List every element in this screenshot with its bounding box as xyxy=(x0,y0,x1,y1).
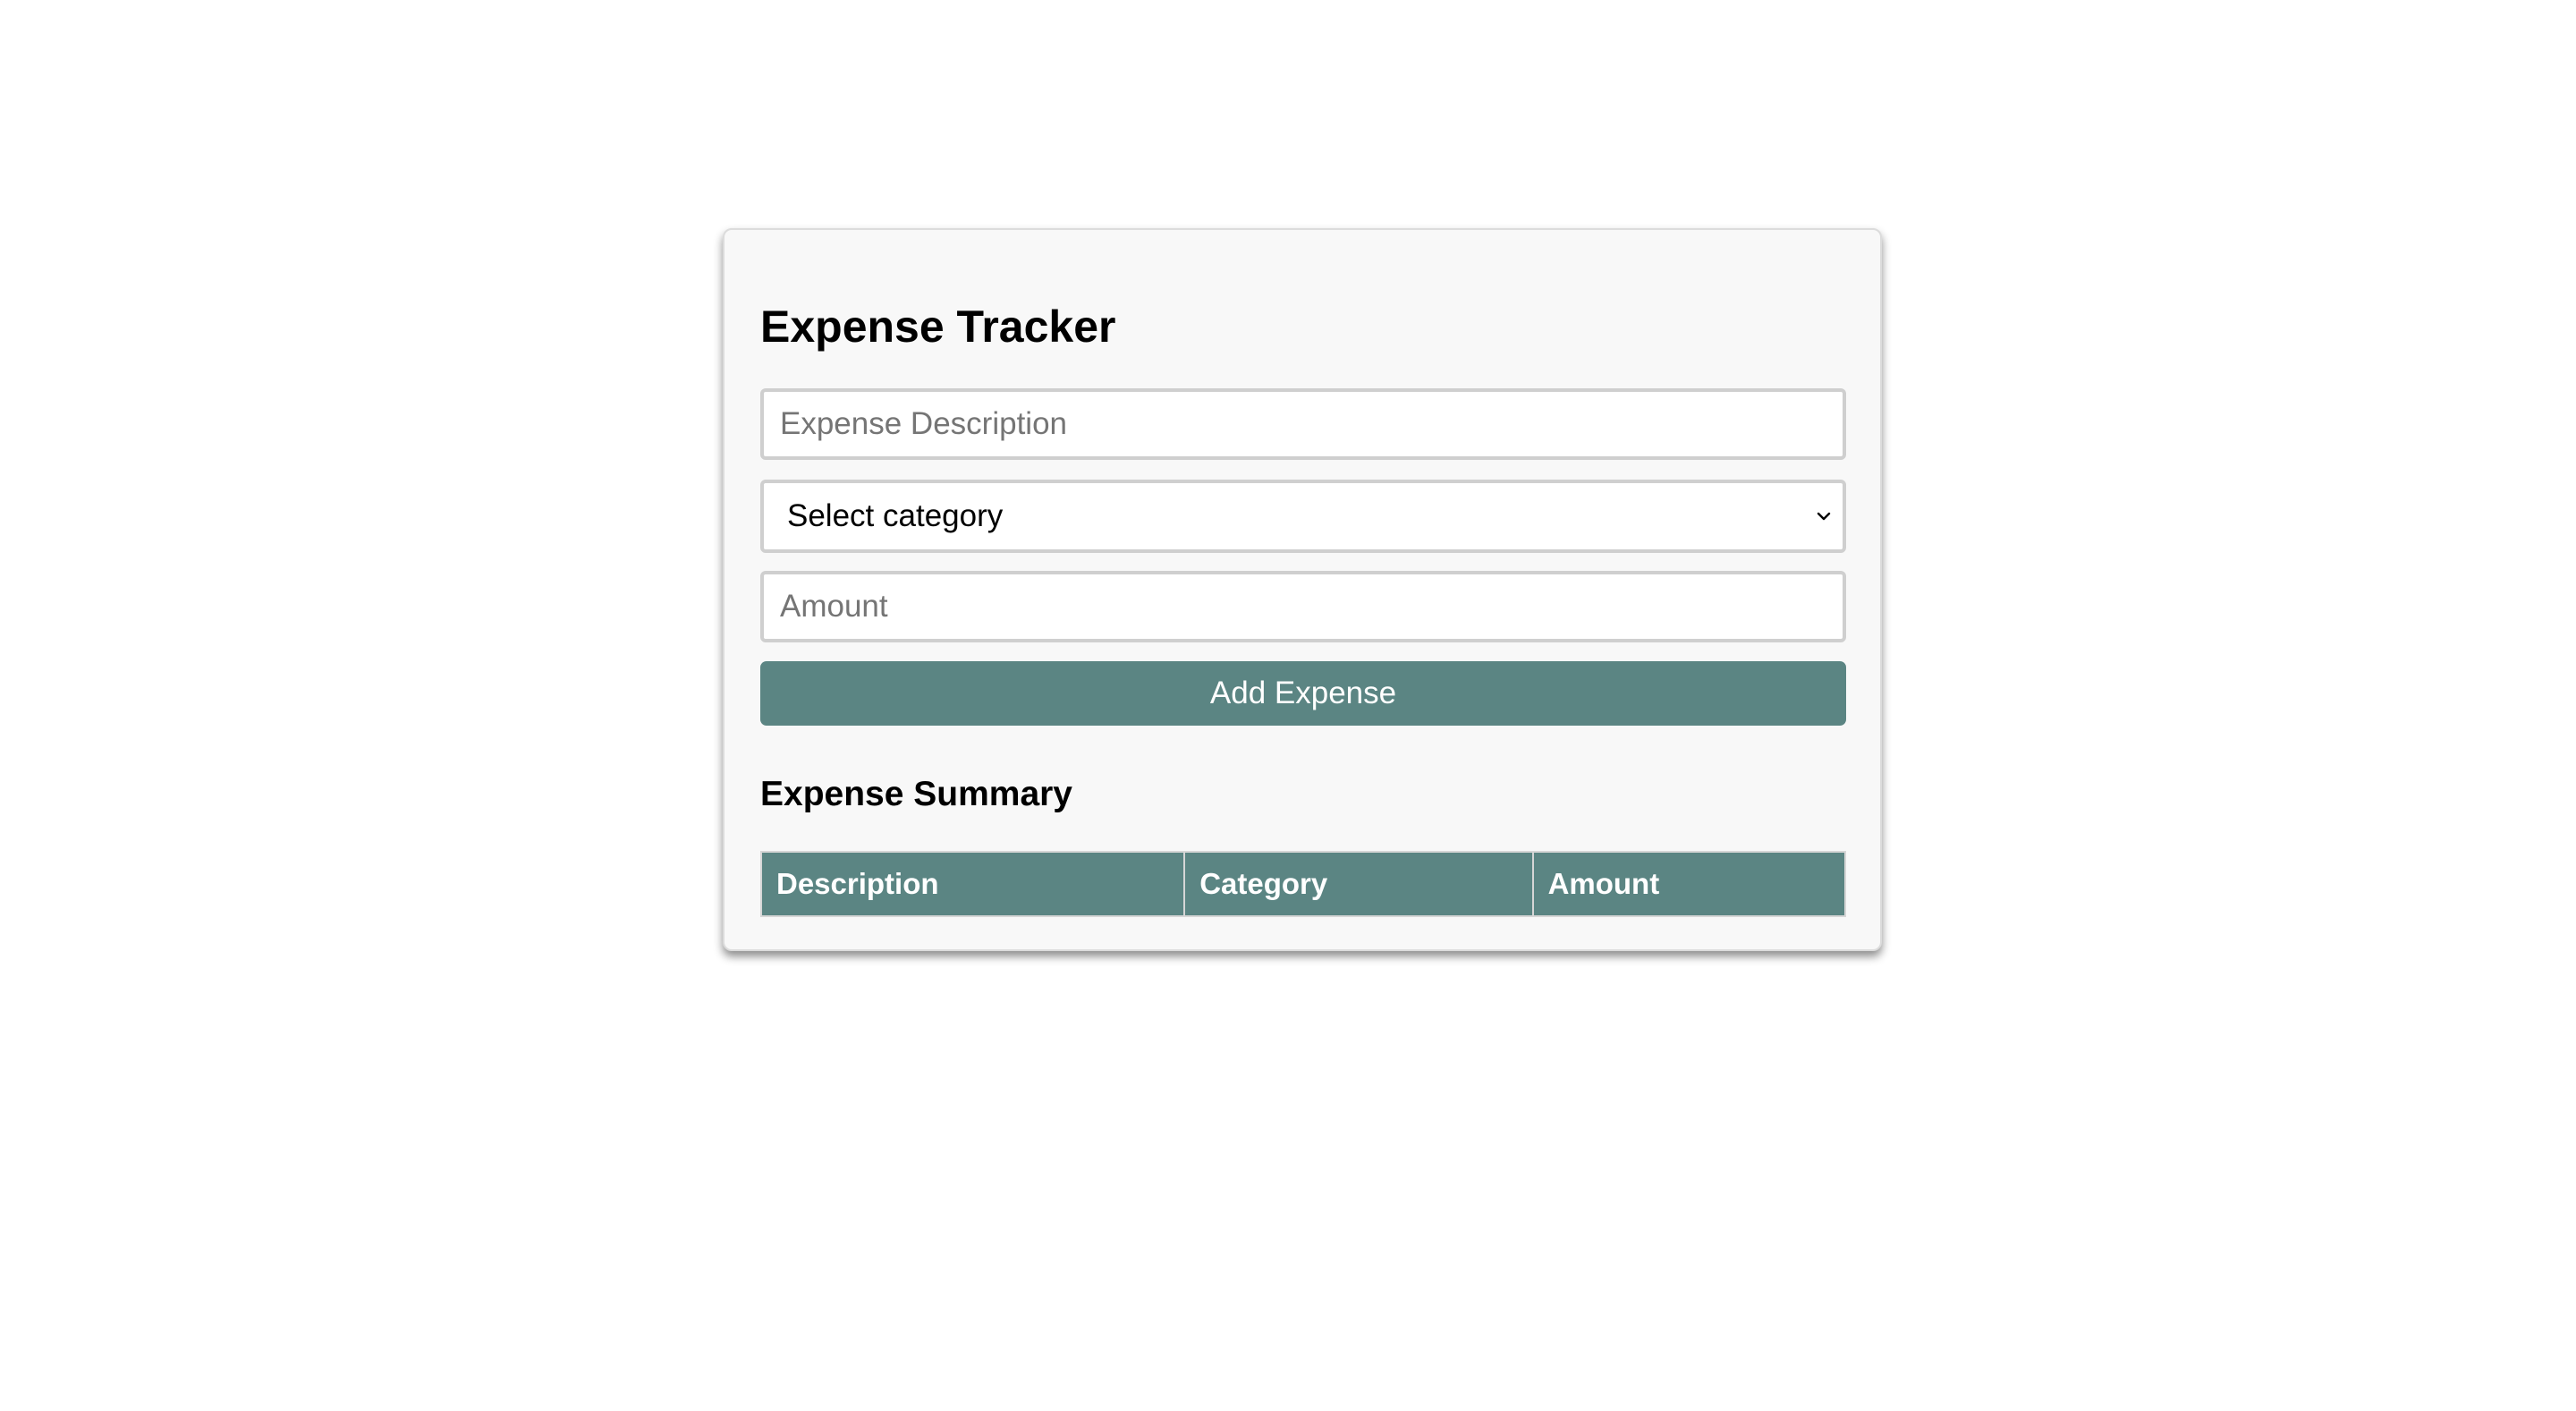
column-header-description: Description xyxy=(759,851,1186,917)
add-expense-button[interactable]: Add Expense xyxy=(760,661,1846,726)
expense-tracker-card: Expense Tracker Select category Add Expe… xyxy=(723,228,1882,951)
category-select-value: Select category xyxy=(787,498,1004,533)
column-header-category: Category xyxy=(1183,851,1534,917)
page: Expense Tracker Select category Add Expe… xyxy=(0,0,2576,1411)
category-select[interactable]: Select category xyxy=(760,480,1846,553)
table-header-row: Description Category Amount xyxy=(759,851,1847,917)
chevron-down-icon xyxy=(1817,512,1831,521)
column-header-amount: Amount xyxy=(1531,851,1847,917)
expense-summary-table: Description Category Amount xyxy=(759,851,1847,917)
summary-title: Expense Summary xyxy=(760,775,1073,813)
amount-input[interactable] xyxy=(760,571,1846,642)
expense-description-input[interactable] xyxy=(760,388,1846,460)
page-title: Expense Tracker xyxy=(760,302,1116,352)
